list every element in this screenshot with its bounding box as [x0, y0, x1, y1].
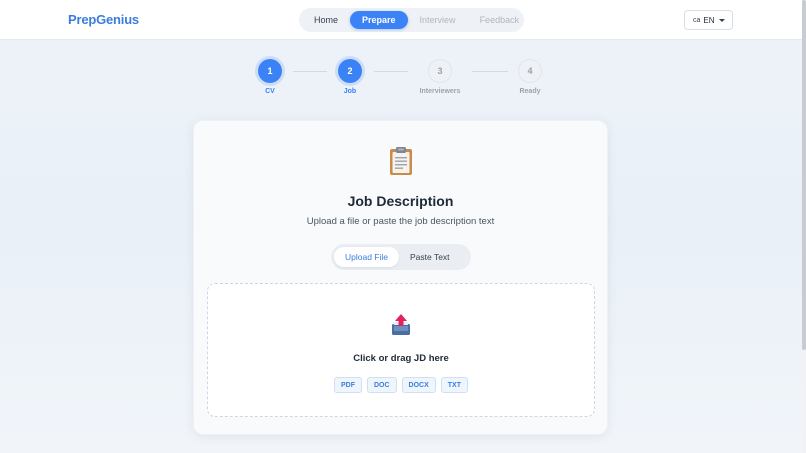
language-select[interactable]: ca EN [684, 10, 733, 30]
step-number: 3 [428, 59, 452, 83]
page-scrollbar[interactable] [802, 0, 806, 453]
nav-feedback[interactable]: Feedback [468, 11, 532, 29]
step-job[interactable]: 2 Job [320, 59, 380, 95]
dropzone-text: Click or drag JD here [353, 353, 449, 364]
language-flag: ca [693, 16, 701, 24]
tab-paste-text[interactable]: Paste Text [399, 247, 461, 267]
nav-interview[interactable]: Interview [408, 11, 468, 29]
step-label: Interviewers [419, 88, 461, 95]
card-subtitle: Upload a file or paste the job descripti… [306, 216, 495, 227]
step-ready[interactable]: 4 Ready [500, 59, 560, 95]
step-label: Job [343, 88, 357, 95]
step-label: CV [265, 88, 275, 95]
nav-home[interactable]: Home [302, 11, 350, 29]
step-cv[interactable]: 1 CV [240, 59, 300, 95]
card-title: Job Description [347, 193, 454, 209]
supported-formats: PDF DOC DOCX TXT [208, 377, 594, 393]
format-badge-docx: DOCX [401, 377, 436, 393]
main-nav: Home Prepare Interview Feedback [299, 8, 524, 32]
language-code: EN [703, 15, 715, 25]
step-number: 1 [258, 59, 282, 83]
clipboard-icon [390, 147, 412, 175]
job-description-card: Job Description Upload a file or paste t… [193, 120, 608, 435]
tab-upload-file[interactable]: Upload File [334, 247, 399, 267]
format-badge-txt: TXT [440, 377, 469, 393]
file-dropzone[interactable]: Click or drag JD here PDF DOC DOCX TXT [207, 283, 595, 417]
top-bar: PrepGenius Home Prepare Interview Feedba… [0, 0, 806, 40]
brand-logo[interactable]: PrepGenius [68, 12, 139, 27]
format-badge-doc: DOC [366, 377, 397, 393]
step-label: Ready [519, 88, 541, 95]
upload-tray-icon [392, 314, 410, 335]
step-interviewers[interactable]: 3 Interviewers [410, 59, 470, 95]
nav-prepare[interactable]: Prepare [350, 11, 408, 29]
format-badge-pdf: PDF [333, 377, 362, 393]
step-number: 4 [518, 59, 542, 83]
step-number: 2 [338, 59, 362, 83]
input-mode-tabs: Upload File Paste Text [331, 244, 471, 270]
chevron-down-icon [719, 19, 725, 22]
scrollbar-thumb[interactable] [802, 0, 806, 350]
